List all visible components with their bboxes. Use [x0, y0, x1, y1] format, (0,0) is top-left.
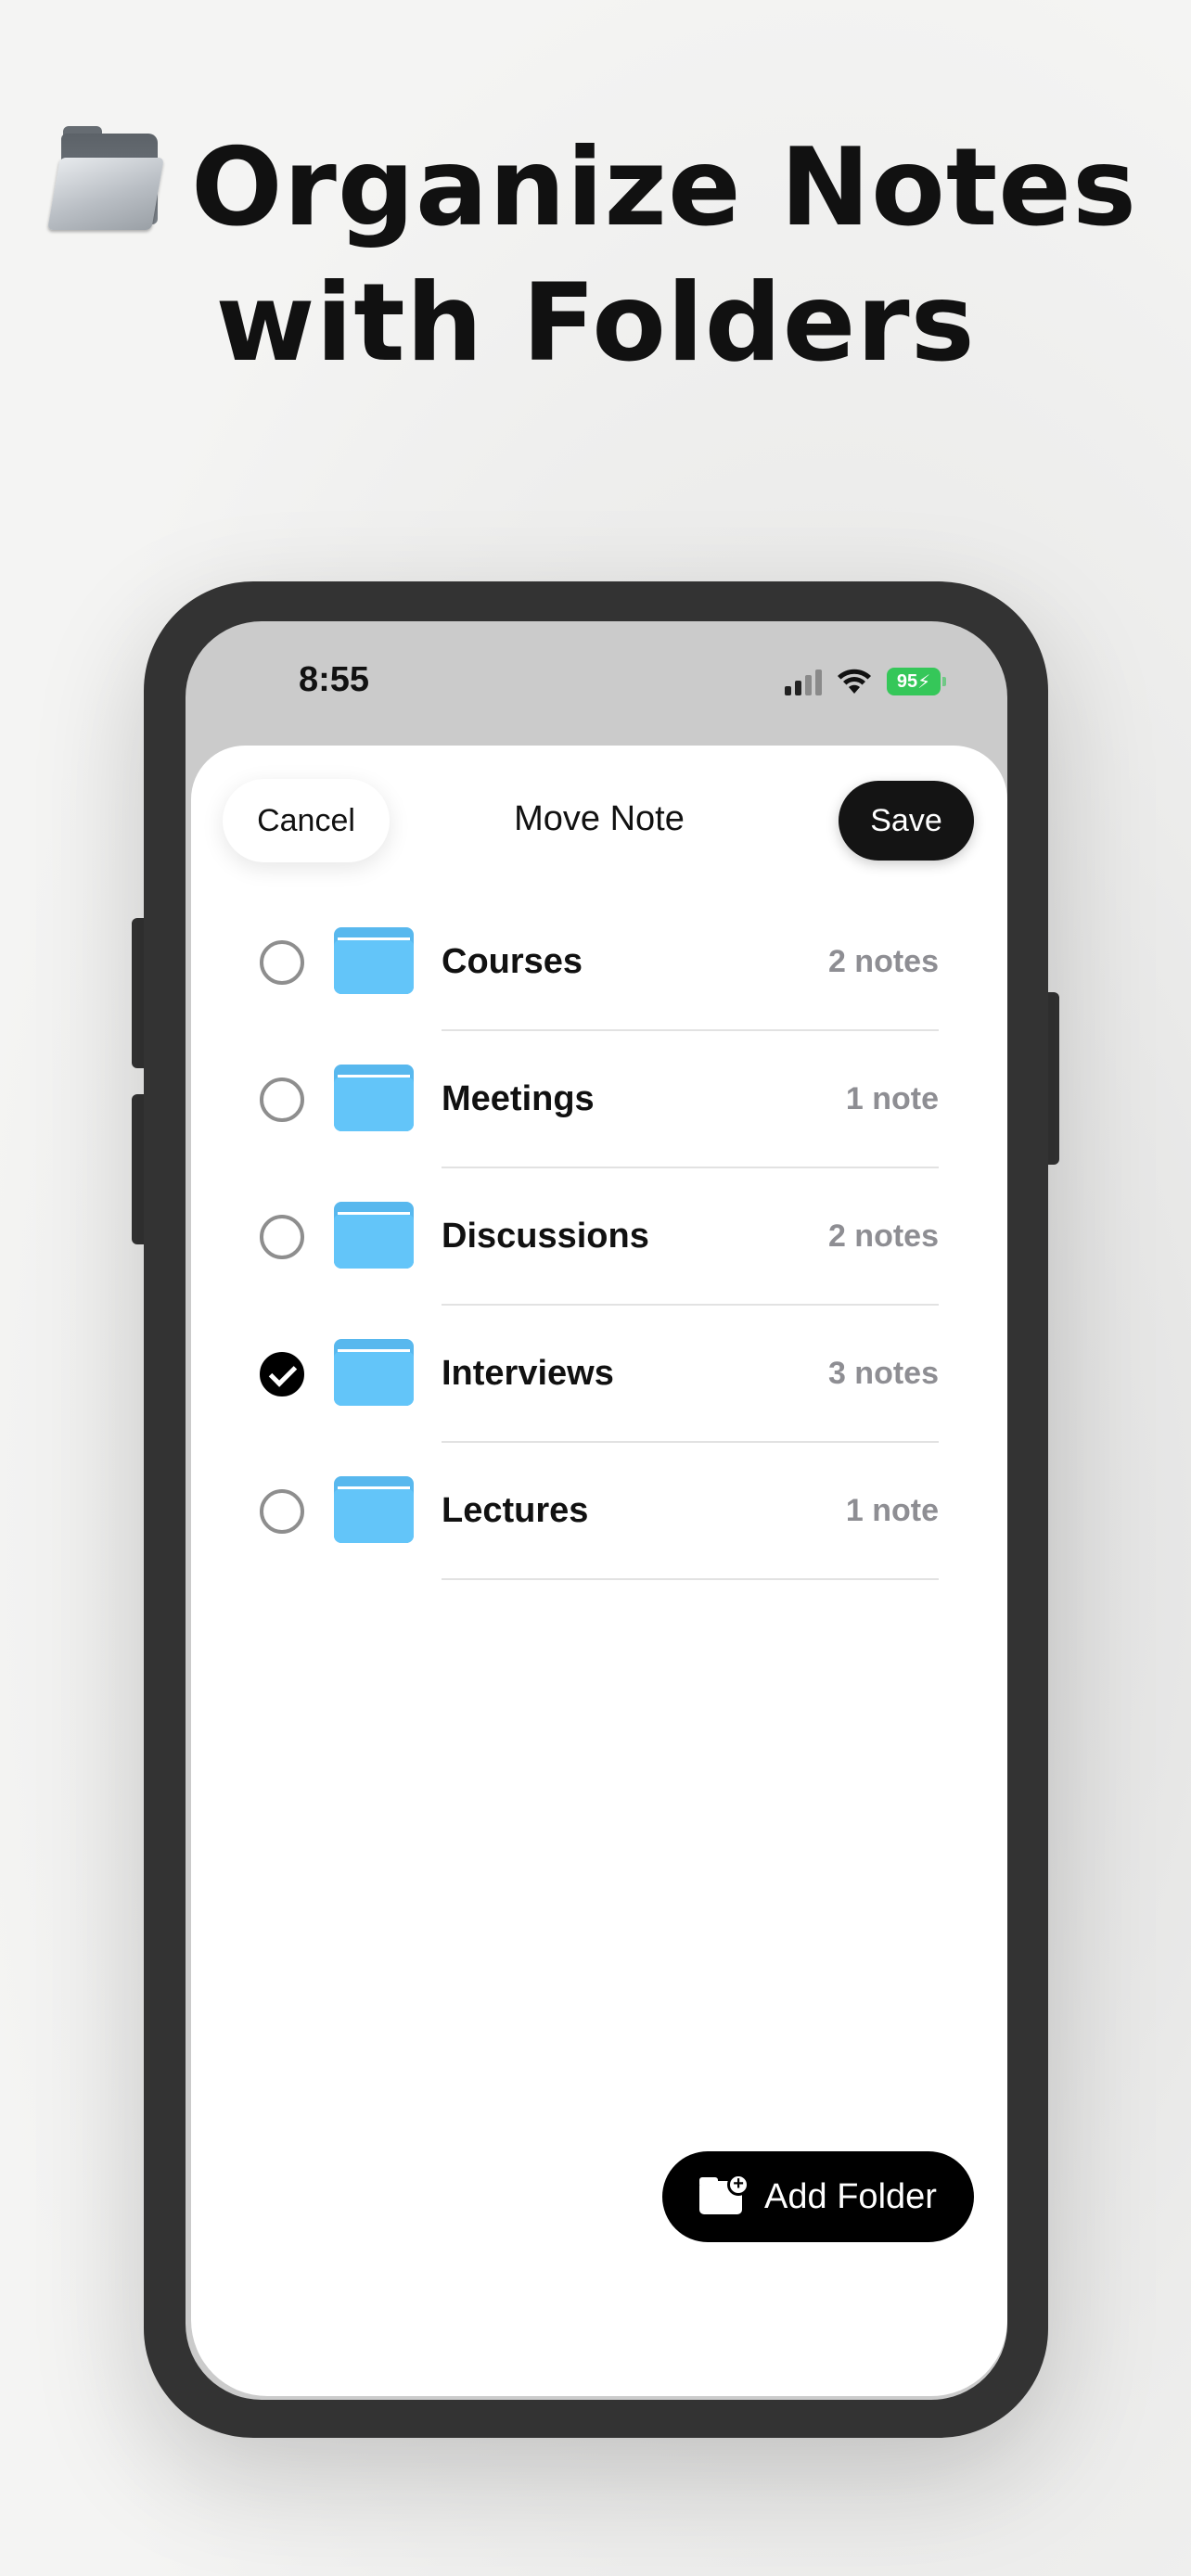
folder-icon [334, 1476, 414, 1543]
phone-screen: 8:55 95 ⚡ Cancel Move Note Save Courses … [186, 621, 1007, 2400]
status-time: 8:55 [299, 660, 370, 699]
battery-charging-icon: 95 ⚡ [887, 668, 946, 695]
move-note-sheet: Cancel Move Note Save Courses 2 notes Me… [191, 746, 1007, 2396]
add-folder-button[interactable]: + Add Folder [662, 2151, 974, 2242]
folder-note-count: 2 notes [827, 1218, 939, 1254]
folder-row[interactable]: Courses 2 notes [191, 894, 1007, 1031]
open-file-folder-icon [47, 126, 164, 230]
folder-list: Courses 2 notes Meetings 1 note Discussi… [191, 894, 1007, 1580]
folder-row[interactable]: Meetings 1 note [191, 1031, 1007, 1168]
status-icons: 95 ⚡ [785, 666, 946, 697]
folder-icon [334, 1339, 414, 1406]
radio-button[interactable] [260, 1078, 304, 1122]
folder-name: Discussions [442, 1217, 649, 1256]
folder-plus-icon: + [699, 2174, 750, 2216]
folder-row[interactable]: Interviews 3 notes [191, 1306, 1007, 1443]
folder-note-count: 3 notes [827, 1356, 939, 1391]
folder-name: Meetings [442, 1079, 595, 1118]
wifi-icon [838, 669, 871, 694]
folder-note-count: 1 note [845, 1493, 939, 1528]
folder-icon [334, 1202, 414, 1269]
headline: Organize Notes with Folders [0, 121, 1191, 391]
folder-note-count: 2 notes [827, 944, 939, 979]
folder-row[interactable]: Discussions 2 notes [191, 1168, 1007, 1306]
signal-icon [785, 668, 822, 695]
divider [442, 1578, 939, 1580]
battery-level: 95 [896, 670, 918, 692]
save-button[interactable]: Save [839, 781, 974, 861]
folder-name: Lectures [442, 1491, 589, 1530]
app-store-screenshot: Organize Notes with Folders 8:55 95 ⚡ Can… [0, 0, 1191, 2576]
folder-name: Courses [442, 942, 583, 981]
radio-button-checked[interactable] [260, 1352, 304, 1396]
folder-icon [334, 927, 414, 994]
headline-line-1: Organize Notes [191, 125, 1137, 250]
folder-note-count: 1 note [845, 1081, 939, 1116]
folder-icon [334, 1065, 414, 1131]
radio-button[interactable] [260, 1489, 304, 1534]
folder-name: Interviews [442, 1354, 614, 1393]
radio-button[interactable] [260, 940, 304, 985]
add-folder-label: Add Folder [764, 2176, 937, 2216]
radio-button[interactable] [260, 1215, 304, 1259]
folder-row[interactable]: Lectures 1 note [191, 1443, 1007, 1580]
headline-line-2: with Folders [215, 261, 976, 386]
